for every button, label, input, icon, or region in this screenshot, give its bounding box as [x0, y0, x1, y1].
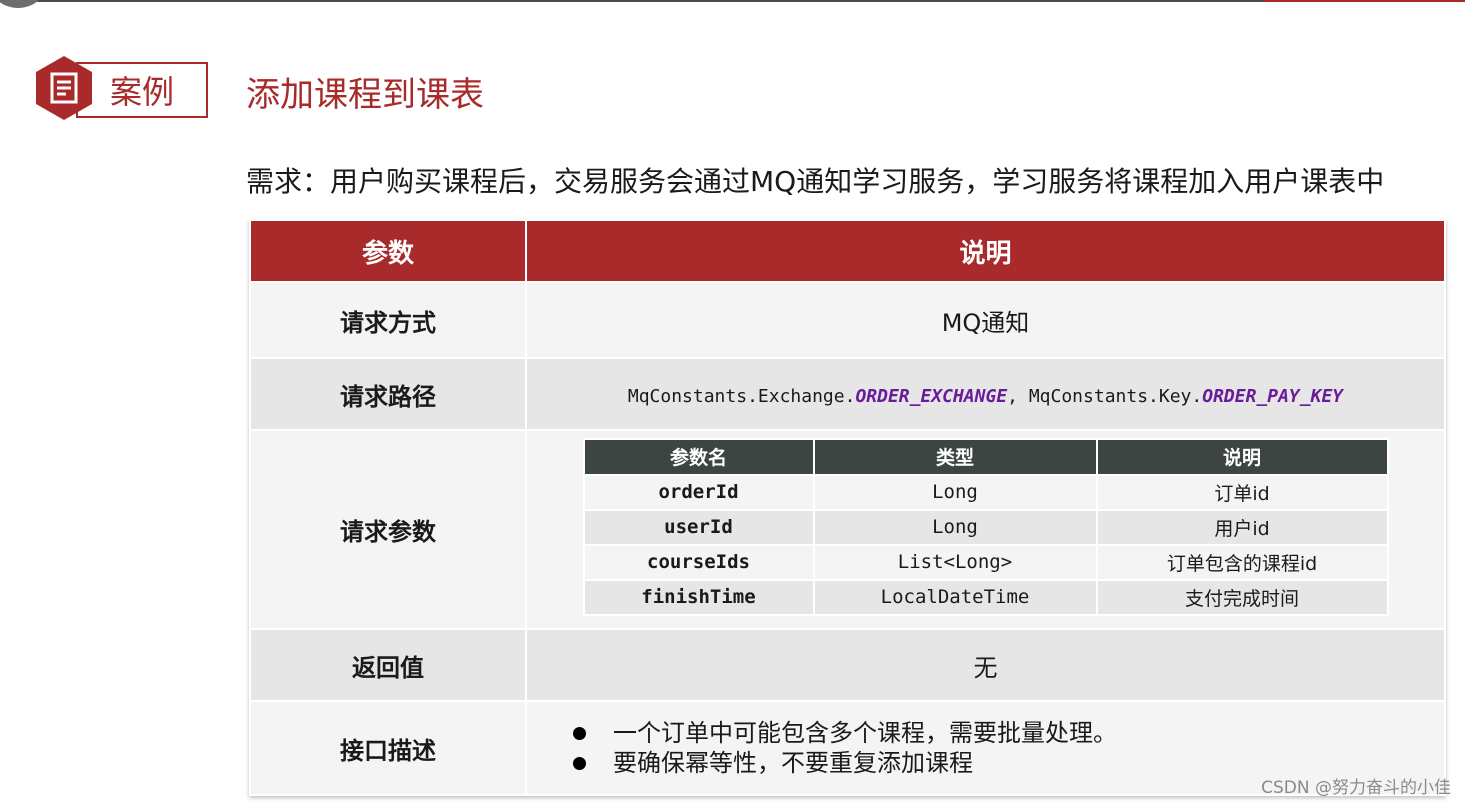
document-icon [36, 56, 92, 120]
subtable-header-row: 参数名 类型 说明 [582, 437, 1389, 476]
param-label: 接口描述 [249, 700, 527, 796]
param-desc: 用户id [1095, 508, 1389, 546]
case-badge: 案例 [36, 56, 208, 120]
requirement-text: 需求：用户购买课程后，交易服务会通过MQ通知学习服务，学习服务将课程加入用户课表… [246, 165, 1385, 198]
param-name: finishTime [582, 578, 815, 616]
table-row: userId Long 用户id [582, 508, 1389, 546]
request-method-value: MQ通知 [525, 281, 1446, 359]
exchange-constant: ORDER_EXCHANGE [855, 386, 1008, 407]
case-badge-label: 案例 [110, 73, 175, 111]
param-name: courseIds [582, 543, 815, 581]
return-value: 无 [525, 628, 1446, 702]
row-request-method: 请求方式 MQ通知 [249, 281, 1446, 359]
param-label: 请求参数 [249, 429, 527, 630]
table-row: courseIds List<Long> 订单包含的课程id [582, 543, 1389, 581]
path-separator: , MqConstants.Key. [1007, 386, 1203, 407]
desc-points: 一个订单中可能包含多个课程，需要批量处理。 要确保幂等性，不要重复添加课程 [527, 718, 1444, 778]
key-constant: ORDER_PAY_KEY [1202, 386, 1344, 407]
api-spec-table: 参数 说明 请求方式 MQ通知 请求路径 MqConstants.Exchang… [249, 219, 1446, 796]
params-subtable: 参数名 类型 说明 orderId Long 订单id userId Long … [582, 437, 1389, 616]
header-param: 参数 [249, 219, 527, 283]
param-type: LocalDateTime [812, 578, 1098, 616]
request-path-value: MqConstants.Exchange.ORDER_EXCHANGE, MqC… [525, 357, 1446, 431]
list-item: 一个订单中可能包含多个课程，需要批量处理。 [573, 718, 1444, 748]
row-return-value: 返回值 无 [249, 628, 1446, 702]
top-accent-border [1265, 0, 1465, 2]
param-desc: 支付完成时间 [1095, 578, 1389, 616]
request-path-code: MqConstants.Exchange.ORDER_EXCHANGE, MqC… [628, 386, 1343, 407]
param-label: 请求路径 [249, 357, 527, 431]
param-type: Long [812, 473, 1098, 511]
header-desc: 说明 [525, 219, 1446, 283]
watermark: CSDN @努力奋斗的小佳 [1261, 778, 1451, 798]
param-label: 请求方式 [249, 281, 527, 359]
table-row: orderId Long 订单id [582, 473, 1389, 511]
table-header-row: 参数 说明 [249, 219, 1446, 283]
row-request-params: 请求参数 参数名 类型 说明 orderId Long 订单id userId … [249, 429, 1446, 630]
param-desc: 订单id [1095, 473, 1389, 511]
subheader-desc: 说明 [1095, 437, 1389, 476]
param-label: 返回值 [249, 628, 527, 702]
top-border [0, 0, 1465, 2]
param-desc: 订单包含的课程id [1095, 543, 1389, 581]
page-title: 添加课程到课表 [246, 75, 484, 115]
param-type: List<Long> [812, 543, 1098, 581]
subheader-type: 类型 [812, 437, 1098, 476]
table-row: finishTime LocalDateTime 支付完成时间 [582, 578, 1389, 616]
path-prefix: MqConstants.Exchange. [627, 386, 856, 407]
request-params-value: 参数名 类型 说明 orderId Long 订单id userId Long … [525, 429, 1446, 630]
param-name: userId [582, 508, 815, 546]
param-name: orderId [582, 473, 815, 511]
row-request-path: 请求路径 MqConstants.Exchange.ORDER_EXCHANGE… [249, 357, 1446, 431]
param-type: Long [812, 508, 1098, 546]
subheader-name: 参数名 [582, 437, 815, 476]
